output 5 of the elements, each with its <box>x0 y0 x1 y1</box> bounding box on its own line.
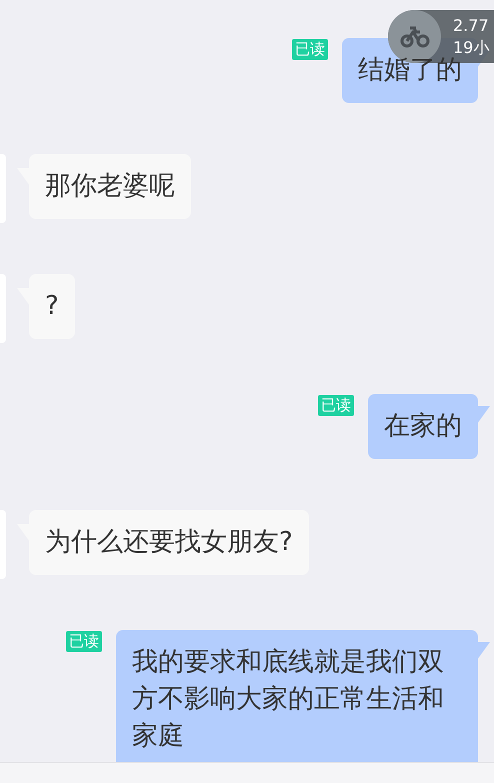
read-status-tag: 已读 <box>66 631 102 652</box>
bicycle-icon <box>400 26 430 48</box>
read-status-tag: 已读 <box>292 39 328 60</box>
widget-text: 2.77 <box>453 14 490 36</box>
read-status-tag: 已读 <box>318 395 354 416</box>
